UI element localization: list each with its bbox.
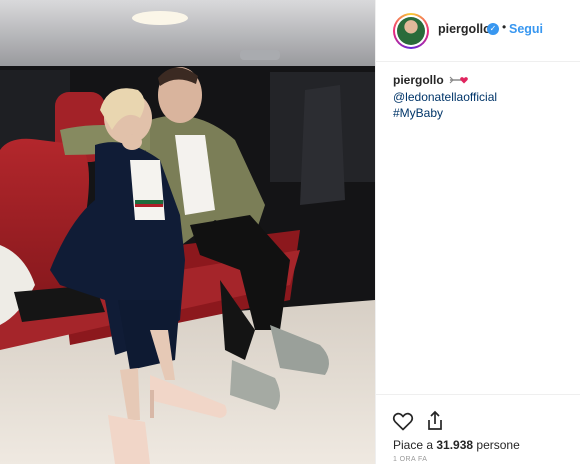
story-ring[interactable] [393,13,429,49]
caption-mention-link[interactable]: @ledonatellaofficial [393,90,497,104]
instagram-post: piergollo ✓ • Segui piergollo @ledonatel… [0,0,580,464]
avatar[interactable] [395,15,427,47]
follow-button[interactable]: Segui [509,22,543,36]
post-sidebar: piergollo ✓ • Segui piergollo @ledonatel… [375,0,580,464]
likes-count[interactable]: Piace a 31.938 persone [393,438,520,452]
likes-prefix: Piace a [393,438,437,452]
heart-icon[interactable] [391,409,415,433]
post-caption: piergollo @ledonatellaofficial #MyBaby [393,72,573,121]
likes-suffix: persone [473,438,520,452]
post-actions: Piace a 31.938 persone 1 ORA FA [376,394,580,464]
share-icon[interactable] [423,409,447,433]
caption-username[interactable]: piergollo [393,73,444,87]
header-username[interactable]: piergollo [438,22,491,36]
avatar-image [397,17,425,45]
verified-badge-icon: ✓ [487,23,499,35]
post-header: piergollo ✓ • Segui [376,0,580,62]
caption-hashtag-link[interactable]: #MyBaby [393,106,443,120]
likes-number: 31.938 [436,438,474,452]
post-timestamp[interactable]: 1 ORA FA [393,456,427,463]
arrow-heart-emoji-icon [449,73,469,89]
post-image [0,0,375,464]
separator-dot: • [502,20,507,34]
post-photo[interactable] [0,0,375,464]
